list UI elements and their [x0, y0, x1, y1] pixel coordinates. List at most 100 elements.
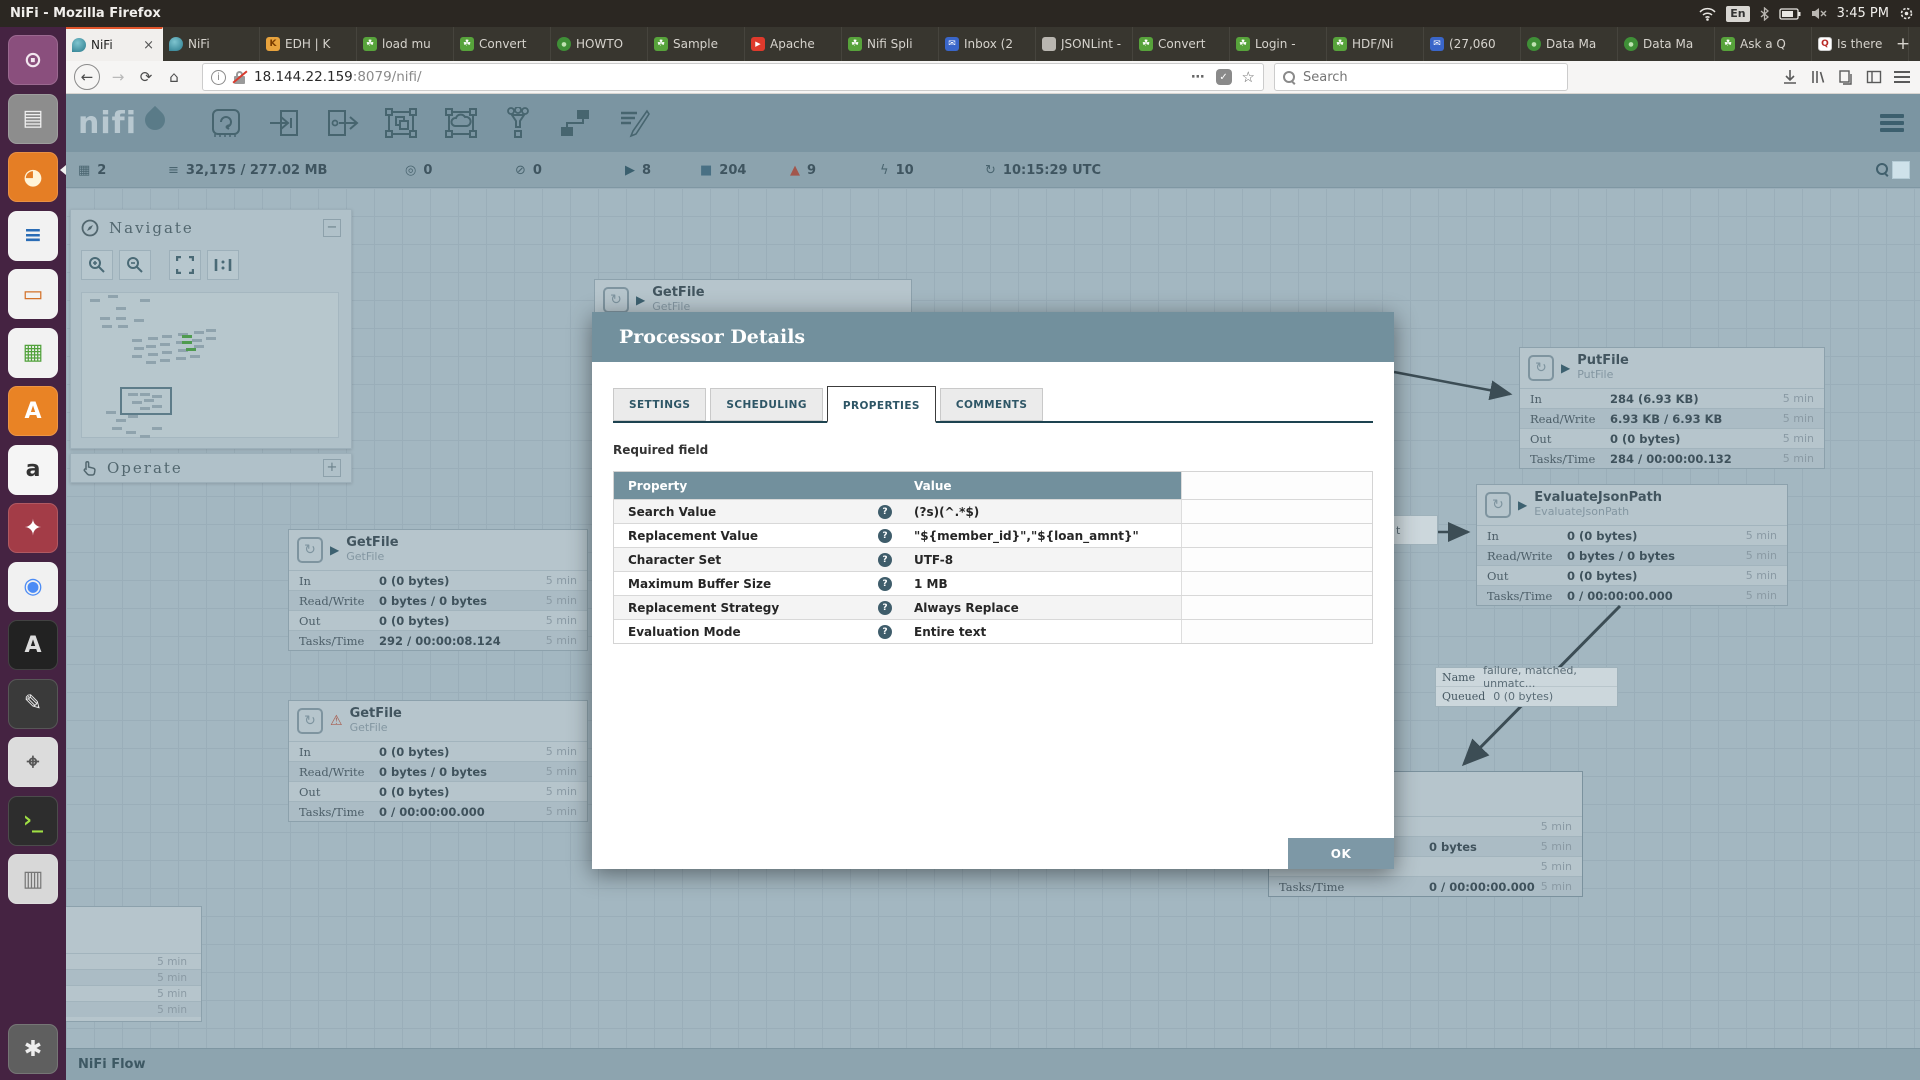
zoom-fit-button[interactable] — [169, 250, 201, 280]
browser-tab[interactable]: Nifi Spli — [842, 27, 939, 61]
new-tab-button[interactable]: + — [1886, 27, 1920, 61]
expand-panel-button[interactable]: + — [323, 459, 341, 477]
volume-muted-icon[interactable] — [1811, 7, 1827, 20]
page-actions-icon[interactable]: ⋯ — [1191, 69, 1206, 85]
browser-tab[interactable]: Data Ma — [1521, 27, 1618, 61]
processor-edge-clipped[interactable]: 5 min 5 min 5 min 5 min — [66, 906, 202, 1022]
browser-tab[interactable]: JSONLint - — [1036, 27, 1133, 61]
launcher-item[interactable]: A — [8, 620, 58, 670]
launcher-item[interactable]: a — [8, 445, 58, 495]
page-info-icon[interactable]: i — [211, 70, 226, 85]
zoom-in-button[interactable] — [81, 250, 113, 280]
browser-tab[interactable]: Convert — [454, 27, 551, 61]
search-input[interactable] — [1301, 69, 1531, 86]
browser-tab[interactable]: NiFi — [66, 27, 163, 61]
collapse-panel-button[interactable]: − — [323, 219, 341, 237]
battery-icon[interactable] — [1779, 8, 1801, 20]
session-gear-icon[interactable] — [1899, 6, 1914, 21]
keyboard-layout-indicator[interactable]: En — [1726, 6, 1749, 22]
browser-tab[interactable]: load mu — [357, 27, 454, 61]
remote-process-group-tool-icon[interactable] — [443, 107, 479, 139]
dialog-tab[interactable]: SCHEDULING — [710, 388, 822, 421]
help-icon[interactable]: ? — [878, 577, 892, 591]
launcher-item[interactable]: ✎ — [8, 679, 58, 729]
input-port-tool-icon[interactable] — [267, 107, 301, 139]
download-icon[interactable] — [1782, 69, 1798, 85]
connection-label[interactable]: Name failure, matched, unmatc... Queued … — [1435, 667, 1618, 707]
process-group-tool-icon[interactable] — [383, 107, 419, 139]
menu-icon[interactable] — [1894, 71, 1910, 83]
library-icon[interactable] — [1810, 69, 1826, 85]
status-panel-icon[interactable] — [1892, 161, 1910, 179]
help-icon[interactable]: ? — [878, 529, 892, 543]
dialog-tab[interactable]: SETTINGS — [613, 388, 706, 421]
label-tool-icon[interactable] — [617, 107, 653, 139]
processor-putfile[interactable]: ↻ ▶ PutFile PutFile In284 (6.93 KB)5 min… — [1519, 347, 1825, 469]
stat-last-refresh[interactable]: ↻10:15:29 UTC — [985, 152, 1101, 188]
connection-label-clipped[interactable]: t — [1388, 515, 1438, 545]
wifi-icon[interactable] — [1699, 7, 1716, 21]
zoom-actual-size-button[interactable] — [207, 250, 239, 280]
launcher-item[interactable]: ▦ — [8, 328, 58, 378]
url-bar[interactable]: i 18.144.22.159 :8079/nifi/ ⋯ ✓ ☆ — [202, 63, 1264, 91]
browser-tab[interactable]: NiFi — [163, 27, 260, 61]
help-icon[interactable]: ? — [878, 625, 892, 639]
help-icon[interactable]: ? — [878, 505, 892, 519]
clock[interactable]: 3:45 PM — [1837, 6, 1889, 21]
search-bar[interactable] — [1274, 63, 1568, 91]
zoom-out-button[interactable] — [119, 250, 151, 280]
birdseye-minimap[interactable] — [81, 292, 339, 438]
bookmark-star-icon[interactable]: ☆ — [1242, 68, 1255, 86]
output-port-tool-icon[interactable] — [325, 107, 359, 139]
launcher-item[interactable]: ◕ — [8, 152, 58, 202]
funnel-tool-icon[interactable] — [503, 107, 533, 139]
browser-tab[interactable]: Inbox (2 — [939, 27, 1036, 61]
nifi-global-menu-icon[interactable] — [1880, 114, 1904, 132]
dialog-tab[interactable]: COMMENTS — [940, 388, 1043, 421]
stat-running: ▶8 — [625, 152, 651, 188]
bluetooth-icon[interactable] — [1760, 7, 1769, 21]
launcher-item[interactable]: ›_ — [8, 796, 58, 846]
reload-button[interactable]: ⟳ — [132, 63, 160, 91]
insecure-lock-icon[interactable] — [233, 70, 246, 84]
launcher-item[interactable]: ⊙ — [8, 35, 58, 85]
tab-favicon — [557, 37, 571, 51]
launcher-item[interactable]: ✱ — [8, 1024, 58, 1074]
browser-tab[interactable]: Data Ma — [1618, 27, 1715, 61]
launcher-item[interactable]: ▭ — [8, 269, 58, 319]
back-button[interactable]: ← — [74, 64, 100, 90]
browser-tab[interactable]: EDH | K — [260, 27, 357, 61]
help-icon[interactable]: ? — [878, 601, 892, 615]
browser-tab[interactable]: Apache — [745, 27, 842, 61]
browser-tab[interactable]: Convert — [1133, 27, 1230, 61]
launcher-item[interactable]: ▤ — [8, 94, 58, 144]
processor-tool-icon[interactable] — [209, 107, 243, 139]
launcher-item[interactable]: ⌖ — [8, 737, 58, 787]
template-tool-icon[interactable] — [557, 107, 593, 139]
sidebar-icon[interactable] — [1866, 69, 1882, 85]
launcher-item[interactable]: ✦ — [8, 503, 58, 553]
forward-button[interactable]: → — [104, 63, 132, 91]
launcher-item[interactable]: ▥ — [8, 854, 58, 904]
processor-getfile-invalid[interactable]: ↻ ⚠ GetFile GetFile In0 (0 bytes)5 min R… — [288, 700, 588, 822]
ok-button[interactable]: OK — [1288, 838, 1394, 869]
tab-close-icon[interactable] — [141, 38, 156, 53]
help-icon[interactable]: ? — [878, 553, 892, 567]
launcher-item[interactable]: A — [8, 386, 58, 436]
pages-icon[interactable] — [1838, 69, 1854, 85]
warning-icon: ⚠ — [330, 713, 343, 729]
browser-tab[interactable]: HDF/Ni — [1327, 27, 1424, 61]
browser-tab[interactable]: (27,060 — [1424, 27, 1521, 61]
pocket-icon[interactable]: ✓ — [1216, 69, 1232, 85]
home-button[interactable]: ⌂ — [160, 63, 188, 91]
dialog-tab[interactable]: PROPERTIES — [827, 386, 936, 423]
processor-getfile[interactable]: ↻ ▶ GetFile GetFile In0 (0 bytes)5 min R… — [288, 529, 588, 651]
launcher-item[interactable]: ≡ — [8, 211, 58, 261]
browser-tab[interactable]: HOWTO — [551, 27, 648, 61]
processor-evaluatejsonpath[interactable]: ↻ ▶ EvaluateJsonPath EvaluateJsonPath In… — [1476, 484, 1788, 606]
breadcrumb[interactable]: NiFi Flow — [78, 1057, 145, 1072]
browser-tab[interactable]: Login - — [1230, 27, 1327, 61]
browser-tab[interactable]: Ask a Q — [1715, 27, 1812, 61]
launcher-item[interactable]: ◉ — [8, 562, 58, 612]
browser-tab[interactable]: Sample — [648, 27, 745, 61]
